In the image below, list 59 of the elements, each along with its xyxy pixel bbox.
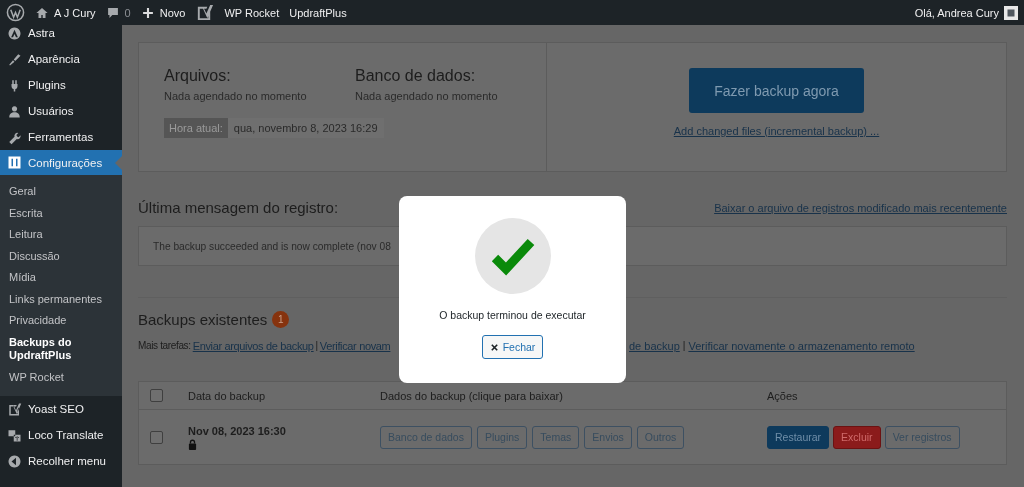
count-badge: 1 (272, 311, 290, 328)
status-text: Nada agendado no momento (164, 90, 308, 102)
tasks-label: Mais tarefas: (138, 340, 191, 352)
new-link[interactable]: Novo (140, 5, 186, 20)
submenu-item[interactable]: Geral (0, 181, 122, 203)
menu-item[interactable]: Plugins (0, 72, 122, 98)
submenu-item[interactable]: Backups do UpdraftPlus (0, 331, 108, 367)
close-button[interactable]: Fechar (481, 335, 544, 359)
submenu-item[interactable]: Escrita (0, 202, 122, 224)
checkmark-icon (474, 218, 551, 294)
plus-icon (140, 5, 155, 20)
backup-date: Nov 08, 2023 16:30 (188, 424, 286, 437)
menu-item[interactable]: Recolher menu (0, 448, 122, 474)
avatar-icon (1004, 5, 1018, 20)
menu-item[interactable]: Aparência (0, 46, 122, 72)
badge-icon (7, 401, 22, 417)
checkbox[interactable] (150, 430, 163, 444)
submenu-item[interactable]: Privacidade (0, 310, 122, 332)
account-link[interactable]: Olá, Andrea Cury (914, 5, 1018, 20)
comments-link[interactable]: 0 (105, 5, 131, 20)
badge-icon[interactable] (195, 3, 215, 22)
user-icon (7, 103, 22, 119)
brush-icon (7, 51, 22, 67)
menu-item[interactable]: Configurações (0, 150, 122, 175)
status-text: Nada agendado no momento (355, 90, 499, 102)
sliders-icon (7, 155, 22, 170)
section-heading: Arquivos: (164, 67, 232, 85)
menu-item[interactable]: Usuários (0, 98, 122, 124)
logo-icon[interactable] (6, 3, 25, 22)
column-header: Ações (767, 389, 799, 402)
menu-item[interactable]: Ferramentas (0, 124, 122, 150)
menu-item[interactable]: Astra (0, 25, 122, 46)
dialog-message: O backup terminou de executar (439, 309, 586, 321)
backup-now-button[interactable]: Fazer backup agora (689, 68, 864, 113)
time-label: Hora atual: (164, 118, 228, 138)
submenu-item[interactable]: WP Rocket (0, 366, 122, 388)
site-link[interactable]: A J Cury (35, 5, 96, 20)
submenu-item[interactable]: Mídia (0, 267, 122, 289)
column-header: Data do backup (188, 389, 267, 402)
menu-item[interactable]: Loco Translate (0, 422, 122, 448)
toolbar-link[interactable]: UpdraftPlus (289, 6, 347, 19)
action-button[interactable]: Restaurar (767, 425, 830, 449)
submenu-item[interactable]: Links permanentes (0, 288, 122, 310)
translate-icon (7, 427, 22, 443)
menu-item[interactable]: Yoast SEO (0, 396, 122, 422)
section-heading: Última mensagem do registro: (138, 199, 339, 216)
checkbox[interactable] (150, 389, 163, 402)
comment-icon (105, 5, 120, 20)
close-icon (489, 342, 499, 352)
toolbar-link[interactable]: WP Rocket (224, 6, 280, 19)
submenu-item[interactable]: Leitura (0, 224, 122, 246)
section-heading: Banco de dados: (355, 67, 477, 85)
time-value: qua, novembro 8, 2023 16:29 (227, 118, 384, 138)
separator-text: | (682, 340, 686, 352)
separator-text: | (315, 340, 318, 352)
collapse-icon (7, 453, 22, 469)
section-heading: Backups existentes (138, 311, 268, 328)
column-header: Dados do backup (clique para baixar) (380, 389, 564, 402)
submenu-item[interactable]: Discussão (0, 245, 122, 267)
